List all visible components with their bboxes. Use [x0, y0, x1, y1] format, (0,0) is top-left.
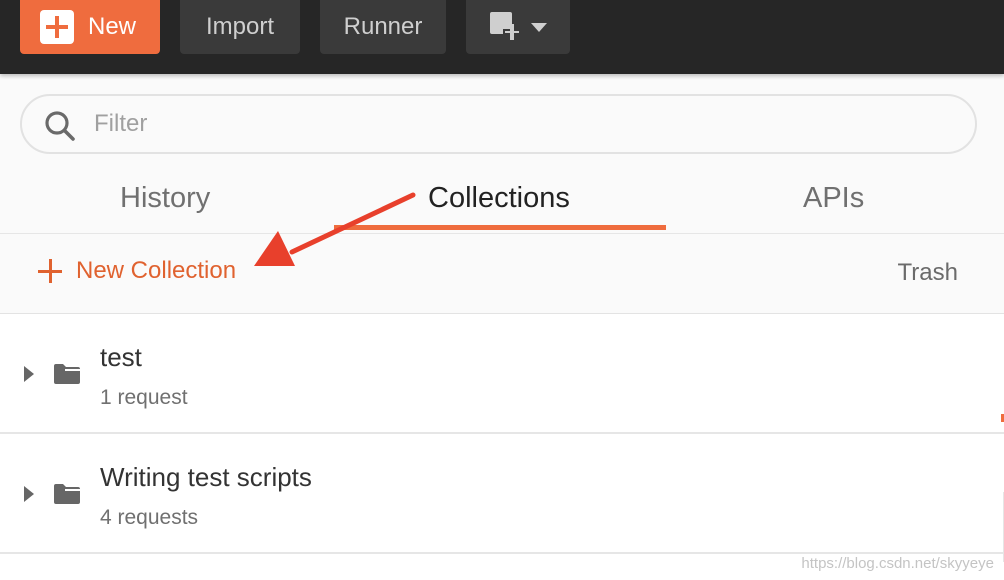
plus-icon [38, 259, 62, 283]
new-window-button[interactable] [466, 0, 570, 54]
new-button[interactable]: New [20, 0, 160, 54]
collection-item-writing-test-scripts[interactable]: Writing test scripts 4 requests [0, 434, 1004, 554]
collection-name: test [100, 342, 142, 372]
plus-icon [40, 10, 74, 44]
sidebar-header: History Collections APIs New Collection … [0, 74, 1004, 314]
runner-button-label: Runner [343, 13, 423, 40]
folder-icon [54, 484, 80, 504]
collection-request-count: 1 request [100, 386, 188, 409]
collection-list: test 1 request Writing test scripts 4 re… [0, 314, 1004, 554]
collection-item-test[interactable]: test 1 request [0, 314, 1004, 434]
new-collection-button[interactable]: New Collection [38, 257, 236, 285]
caret-right-icon[interactable] [24, 486, 34, 502]
trash-button[interactable]: Trash [898, 259, 958, 287]
filter-input[interactable] [94, 104, 954, 144]
import-button[interactable]: Import [180, 0, 300, 54]
import-button-label: Import [205, 13, 274, 40]
new-window-icon [490, 12, 521, 40]
filter-box[interactable] [20, 94, 977, 154]
collection-name: Writing test scripts [100, 462, 312, 492]
search-icon [45, 111, 75, 141]
caret-right-icon[interactable] [24, 366, 34, 382]
new-collection-label: New Collection [76, 257, 237, 284]
tab-history[interactable]: History [120, 182, 210, 215]
toolbar: New Import Runner [0, 0, 1004, 74]
folder-icon [54, 364, 80, 384]
collection-request-count: 4 requests [100, 506, 199, 529]
tab-apis[interactable]: APIs [803, 182, 864, 215]
active-tab-indicator [334, 225, 666, 230]
chevron-down-icon [531, 22, 547, 32]
new-button-label: New [88, 13, 137, 40]
tab-collections[interactable]: Collections [428, 182, 570, 215]
runner-button[interactable]: Runner [320, 0, 446, 54]
watermark: https://blog.csdn.net/skyyeye [801, 555, 994, 572]
tabs-divider [0, 233, 1004, 234]
